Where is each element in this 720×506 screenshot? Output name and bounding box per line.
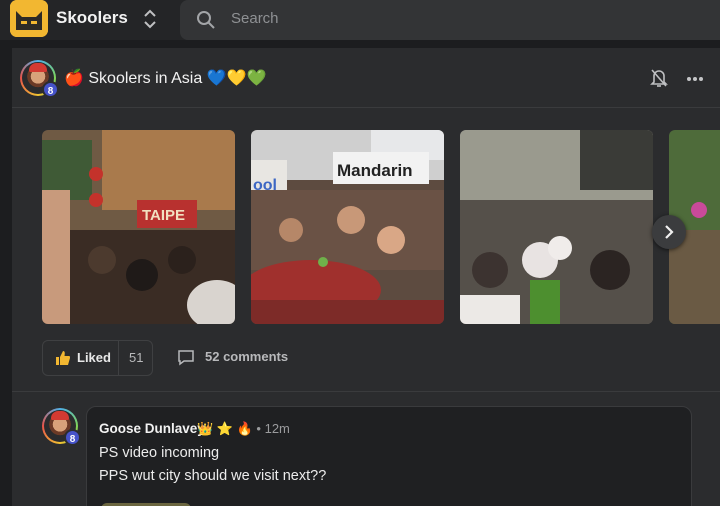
comment-bubble: Goose Dunlavey 👑 ⭐ 🔥 • 12m PS video inco…: [86, 406, 692, 506]
search-icon: [197, 11, 215, 29]
search-placeholder: Search: [231, 10, 279, 27]
section-divider: [12, 391, 720, 392]
group-switcher-name[interactable]: Skoolers: [56, 8, 128, 28]
author-badges: 👑 ⭐ 🔥: [197, 421, 253, 436]
thumbs-up-icon: [56, 351, 70, 365]
commenter-level-badge: 8: [64, 429, 81, 446]
photo-sign-text: TAIPE: [142, 207, 185, 224]
comments-count-link[interactable]: 52 comments: [205, 349, 288, 364]
photo-mandarin-crowd[interactable]: ool Mandarin: [251, 130, 444, 324]
comment-author[interactable]: Goose Dunlavey: [99, 421, 205, 436]
more-options-icon[interactable]: [686, 76, 704, 82]
skoolers-logo-icon[interactable]: [10, 0, 48, 37]
like-button[interactable]: Liked 51: [42, 340, 153, 376]
post-card: 8 🍎 Skoolers in Asia 💙💛💚 TAIPE ool Manda…: [12, 48, 720, 506]
carousel-next-button[interactable]: [652, 215, 686, 249]
group-title-text: Skoolers in Asia: [88, 70, 203, 87]
comment-meta: 👑 ⭐ 🔥 • 12m: [197, 421, 290, 436]
photo-street-crowd[interactable]: [460, 130, 653, 324]
post-header: 8 🍎 Skoolers in Asia 💙💛💚: [12, 48, 720, 108]
search-bar[interactable]: Search: [180, 0, 720, 40]
photo-taipei-parade[interactable]: TAIPE: [42, 130, 235, 324]
like-count[interactable]: 51: [129, 350, 143, 365]
apple-emoji: 🍎: [64, 70, 84, 87]
level-badge: 8: [42, 81, 59, 98]
comment-time: 12m: [264, 421, 290, 436]
liked-label: Liked: [77, 350, 111, 365]
chevron-right-icon: [665, 225, 674, 239]
like-divider: [118, 341, 119, 375]
hearts-emoji: 💙💛💚: [206, 70, 267, 87]
photo-sign-text: Mandarin: [337, 161, 413, 180]
bell-off-icon[interactable]: [650, 68, 668, 88]
comment-line-2: PPS wut city should we visit next??: [99, 468, 327, 484]
chevron-updown-icon[interactable]: [142, 8, 158, 30]
top-bar: Skoolers Search: [0, 0, 720, 40]
group-title[interactable]: 🍎 Skoolers in Asia 💙💛💚: [64, 68, 266, 88]
comment-line-1: PS video incoming: [99, 445, 220, 461]
comment-icon[interactable]: [177, 349, 195, 366]
